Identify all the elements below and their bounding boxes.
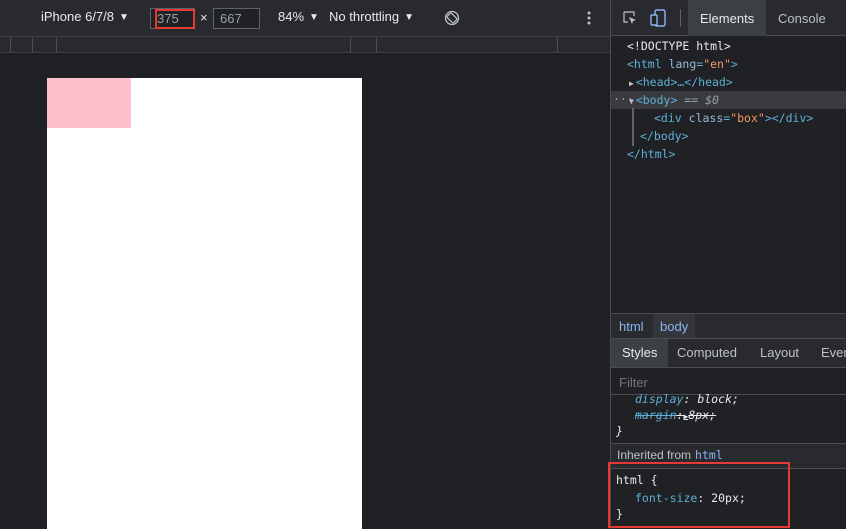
styles-filter-input[interactable] bbox=[611, 373, 846, 391]
breadcrumb-body[interactable]: body bbox=[653, 314, 696, 338]
zoom-selector[interactable]: 84% ▼ bbox=[278, 9, 319, 24]
tab-styles[interactable]: Styles bbox=[611, 339, 669, 367]
styles-tab-bar: Styles Computed Layout Even bbox=[611, 339, 846, 368]
tab-layout[interactable]: Layout bbox=[760, 345, 799, 360]
devtools-tab-bar: Elements Console bbox=[611, 0, 846, 36]
dom-html-close[interactable]: </html> bbox=[627, 147, 675, 161]
throttling-selector[interactable]: No throttling ▼ bbox=[329, 9, 414, 24]
div-close-tag: ></div> bbox=[764, 111, 814, 125]
html-lang-value: "en" bbox=[703, 57, 731, 71]
font-size-value: 20px; bbox=[711, 491, 746, 505]
ruler-tick bbox=[376, 37, 377, 53]
caret-down-icon: ▼ bbox=[404, 12, 414, 23]
ruler-tick bbox=[557, 37, 558, 53]
body-open-tag: <body> bbox=[635, 93, 678, 107]
caret-down-icon: ▼ bbox=[309, 12, 319, 23]
dom-node-body-selected[interactable]: ··· ▼ <body> == $0 bbox=[611, 91, 846, 109]
tab-computed[interactable]: Computed bbox=[677, 345, 737, 360]
dom-node-div-box[interactable]: <div class="box"></div> bbox=[654, 111, 813, 125]
ua-margin-declaration[interactable]: margin:▶8px; bbox=[635, 408, 716, 422]
tab-console[interactable]: Console bbox=[778, 11, 826, 26]
head-collapsed-tag: <head>…</head> bbox=[635, 75, 733, 89]
zoom-value: 84% bbox=[278, 9, 305, 24]
device-emulation-pane: iPhone 6/7/8 ▼ 375 × 667 84% ▼ No throttli… bbox=[0, 0, 610, 529]
device-toolbar: iPhone 6/7/8 ▼ 375 × 667 84% ▼ No throttli… bbox=[0, 0, 610, 36]
ua-margin-value: 8px; bbox=[688, 408, 717, 422]
throttling-value: No throttling bbox=[329, 9, 400, 24]
font-size-prop: font-size bbox=[635, 491, 698, 505]
breadcrumb-html[interactable]: html bbox=[619, 319, 644, 334]
rotate-icon[interactable] bbox=[444, 10, 460, 26]
html-open-tag: <html bbox=[627, 57, 662, 71]
dom-node-head[interactable]: ▶ <head>…</head> bbox=[629, 75, 733, 89]
ruler-tick bbox=[32, 37, 33, 53]
html-lang-attr: lang bbox=[668, 57, 697, 71]
emulated-viewport[interactable] bbox=[47, 78, 362, 529]
html-font-size-declaration[interactable]: font-size: 20px; bbox=[635, 491, 746, 505]
styles-filter-row bbox=[611, 368, 846, 395]
width-input[interactable]: 375 bbox=[150, 8, 195, 29]
div-class-value: "box" bbox=[730, 111, 765, 125]
toolbar-separator bbox=[680, 9, 681, 27]
expand-triangle-icon[interactable]: ▶ bbox=[629, 79, 634, 88]
inherited-label: Inherited from bbox=[617, 448, 692, 462]
ua-display-prop: display bbox=[635, 392, 684, 406]
ruler-tick bbox=[350, 37, 351, 53]
ua-display-value: block; bbox=[697, 392, 739, 406]
dom-doctype[interactable]: <!DOCTYPE html> bbox=[627, 39, 731, 53]
inherited-from-header: Inherited from html bbox=[611, 443, 846, 469]
collapse-triangle-icon[interactable]: ▼ bbox=[629, 97, 634, 106]
tab-elements[interactable]: Elements bbox=[688, 0, 766, 36]
indent-guide bbox=[632, 108, 634, 146]
more-options-icon[interactable] bbox=[583, 9, 595, 27]
html-rule-close: } bbox=[616, 507, 623, 521]
div-open-tag: <div bbox=[654, 111, 682, 125]
html-open-end: > bbox=[730, 57, 738, 71]
caret-down-icon: ▼ bbox=[119, 12, 129, 23]
user-agent-rule: display: block; margin:▶8px; } bbox=[611, 392, 846, 442]
box-element[interactable] bbox=[47, 78, 131, 128]
dimension-separator: × bbox=[200, 10, 208, 25]
dom-body-close[interactable]: </body> bbox=[640, 129, 688, 143]
media-query-ruler[interactable] bbox=[0, 36, 610, 53]
ua-margin-prop: margin bbox=[635, 408, 677, 422]
ruler-tick bbox=[10, 37, 11, 53]
inspect-element-icon[interactable] bbox=[622, 10, 638, 26]
html-style-rule: html { font-size: 20px; } bbox=[611, 470, 846, 529]
html-rule-selector[interactable]: html { bbox=[616, 473, 658, 487]
height-input[interactable]: 667 bbox=[213, 8, 260, 29]
breadcrumb: html body bbox=[611, 313, 846, 339]
device-toolbar-toggle-icon[interactable] bbox=[650, 9, 666, 27]
tab-event-listeners[interactable]: Even bbox=[821, 345, 846, 360]
ruler-tick bbox=[56, 37, 57, 53]
device-name: iPhone 6/7/8 bbox=[41, 9, 115, 24]
div-class-attr: class bbox=[688, 111, 724, 125]
ua-display-declaration[interactable]: display: block; bbox=[635, 392, 739, 406]
selected-node-marker: == $0 bbox=[684, 93, 719, 107]
dom-tree: <!DOCTYPE html> <html lang="en"> ▶ <head>… bbox=[611, 36, 846, 312]
inherited-from-link[interactable]: html bbox=[695, 448, 723, 462]
ua-rule-close: } bbox=[616, 424, 623, 438]
device-selector[interactable]: iPhone 6/7/8 ▼ bbox=[41, 9, 129, 24]
devtools-panel: Elements Console <!DOCTYPE html> <html l… bbox=[610, 0, 846, 529]
dom-node-html[interactable]: <html lang="en"> bbox=[627, 57, 738, 71]
